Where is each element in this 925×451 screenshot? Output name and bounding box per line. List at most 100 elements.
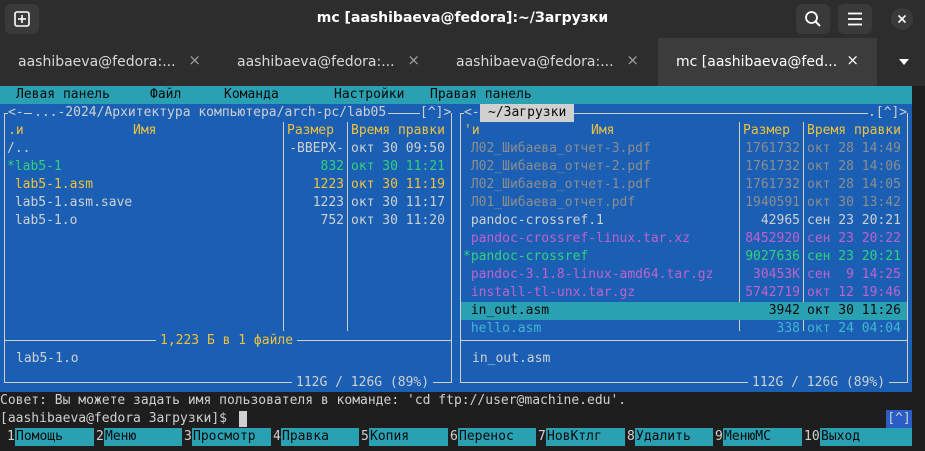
close-icon <box>897 14 907 24</box>
terminal-area[interactable]: Левая панель Файл Команда Настройки Прав… <box>0 86 925 451</box>
hint-indicator[interactable]: [^] <box>886 410 912 428</box>
search-icon <box>805 11 821 27</box>
file-name: pandoc-crossref.1 <box>463 213 604 228</box>
tab-terminal-3[interactable]: aashibaeva@fedora:... × <box>438 38 657 86</box>
column-header-time[interactable]: Время правки <box>807 122 901 140</box>
frame-line <box>451 113 452 383</box>
mini-status: lab5-1.o <box>16 351 79 366</box>
fkey-перенос-button[interactable]: Перенос <box>458 428 536 446</box>
column-header-size[interactable]: Размер <box>743 122 790 140</box>
file-name: *pandoc-crossref <box>463 249 589 264</box>
sort-indicator[interactable]: 'и <box>464 122 480 140</box>
frame-line <box>460 113 461 383</box>
panel-nav-arrow[interactable]: <- <box>8 104 24 122</box>
left-panel-path: ...-2024/Архитектура компьютера/arch-pc/… <box>32 104 389 122</box>
file-size: 752 <box>320 213 344 228</box>
fkey-менюмс-button[interactable]: МенюМС <box>723 428 802 446</box>
file-name: Л02_Шибаева_отчет-2.pdf <box>463 159 651 174</box>
main-menu-button[interactable] <box>838 4 872 34</box>
column-header-size[interactable]: Размер <box>287 122 334 140</box>
file-time: сен 23 20:21 <box>807 213 901 228</box>
file-size: 338 <box>776 321 800 336</box>
fkey-number: 10 <box>804 429 820 444</box>
tab-close-icon[interactable]: × <box>407 51 420 69</box>
fkey-number: 3 <box>184 429 192 444</box>
file-time: окт 30 11:21 <box>351 159 445 174</box>
mini-status: in_out.asm <box>472 351 551 366</box>
tab-close-icon[interactable]: × <box>188 51 201 69</box>
menu-command[interactable]: Команда <box>224 86 279 104</box>
tab-close-icon[interactable]: × <box>846 51 859 69</box>
file-name: pandoc-3.1.8-linux-amd64.tar.gz <box>463 267 714 282</box>
panel-nav-arrow[interactable]: <- <box>464 104 480 122</box>
file-name: Л02_Шибаева_отчет-3.pdf <box>463 141 651 156</box>
search-button[interactable] <box>796 4 830 34</box>
file-name: hello.asm <box>463 321 542 336</box>
tab-label: aashibaeva@fedora:... <box>18 54 176 70</box>
window-title: mc [aashibaeva@fedora]:~/Загрузки <box>316 10 609 26</box>
panel-indicator[interactable]: .[^]> <box>868 104 908 122</box>
menu-left-panel[interactable]: Левая панель <box>16 86 110 104</box>
fkey-выход-button[interactable]: Выход <box>820 428 912 446</box>
file-size: 5742719 <box>745 285 800 300</box>
menu-settings[interactable]: Настройки <box>334 86 404 104</box>
panel-indicator[interactable]: [^]> <box>420 104 452 122</box>
file-time: окт 28 14:06 <box>807 159 901 174</box>
tab-label: mc [aashibaeva@fed... <box>676 54 838 70</box>
file-size: -ВВЕРХ- <box>289 141 344 156</box>
menu-file[interactable]: Файл <box>150 86 181 104</box>
mc-menubar: Левая панель Файл Команда Настройки Прав… <box>0 86 912 104</box>
frame-line <box>4 113 5 383</box>
frame-line <box>907 113 908 383</box>
file-time: окт 12 19:46 <box>807 285 901 300</box>
tab-overflow-button[interactable] <box>886 51 922 73</box>
right-panel-path: ~/Загрузки <box>480 104 575 122</box>
sort-indicator[interactable]: .и <box>8 122 24 140</box>
fkey-правка-button[interactable]: Правка <box>281 428 359 446</box>
fkey-number: 2 <box>96 429 104 444</box>
fkey-number: 1 <box>7 429 15 444</box>
fkey-новктлг-button[interactable]: НовКтлг <box>546 428 625 446</box>
file-size: 1223 <box>312 195 344 210</box>
fkey-помощь-button[interactable]: Помощь <box>15 428 94 446</box>
file-time: окт 28 14:05 <box>807 177 901 192</box>
column-divider <box>347 122 348 331</box>
file-size: 1761732 <box>745 141 800 156</box>
fkey-просмотр-button[interactable]: Просмотр <box>192 428 271 446</box>
fkey-удалить-button[interactable]: Удалить <box>635 428 713 446</box>
text-cursor <box>239 411 247 427</box>
file-size: 832 <box>320 159 344 174</box>
hint-line: Совет: Вы можете задать имя пользователя… <box>0 393 627 408</box>
tab-close-icon[interactable]: × <box>626 51 639 69</box>
header-bar: mc [aashibaeva@fedora]:~/Загрузки <box>0 0 925 38</box>
tab-terminal-2[interactable]: aashibaeva@fedora:... × <box>219 38 438 86</box>
file-time: окт 24 04:04 <box>807 321 901 336</box>
file-name: lab5-1.o <box>7 213 78 228</box>
tab-terminal-1[interactable]: aashibaeva@fedora:... × <box>0 38 219 86</box>
close-window-button[interactable] <box>891 8 913 30</box>
tab-terminal-mc[interactable]: mc [aashibaeva@fed... × <box>658 38 877 86</box>
file-time: окт 30 13:42 <box>807 195 901 210</box>
fkey-number: 5 <box>361 429 369 444</box>
file-size: 1761732 <box>745 177 800 192</box>
file-name: lab5-1.asm <box>7 177 94 192</box>
left-panel[interactable]: <- ...-2024/Архитектура компьютера/arch-… <box>0 104 456 392</box>
right-panel[interactable]: <- ~/Загрузки .[^]> 'и Имя Размер Время … <box>456 104 912 392</box>
column-header-name[interactable]: Имя <box>591 122 614 140</box>
tab-label: aashibaeva@fedora:... <box>456 54 614 70</box>
fkey-меню-button[interactable]: Меню <box>104 428 182 446</box>
file-name: Л02_Шибаева_отчет-1.pdf <box>463 177 651 192</box>
file-name: pandoc-crossref-linux.tar.xz <box>463 231 690 246</box>
fkey-копия-button[interactable]: Копия <box>369 428 448 446</box>
command-prompt: [aashibaeva@fedora Загрузки]$ <box>0 411 227 426</box>
file-time: окт 30 11:19 <box>351 177 445 192</box>
menu-right-panel[interactable]: Правая панель <box>430 86 532 104</box>
tab-bar: aashibaeva@fedora:... × aashibaeva@fedor… <box>0 38 925 86</box>
column-header-name[interactable]: Имя <box>133 122 156 140</box>
selection-summary: 1,223 Б в 1 файле <box>156 332 298 350</box>
file-time: окт 30 09:50 <box>351 141 445 156</box>
fkey-number: 7 <box>538 429 546 444</box>
column-header-time[interactable]: Время правки <box>351 122 445 140</box>
file-name: lab5-1.asm.save <box>7 195 133 210</box>
fkey-number: 4 <box>273 429 281 444</box>
